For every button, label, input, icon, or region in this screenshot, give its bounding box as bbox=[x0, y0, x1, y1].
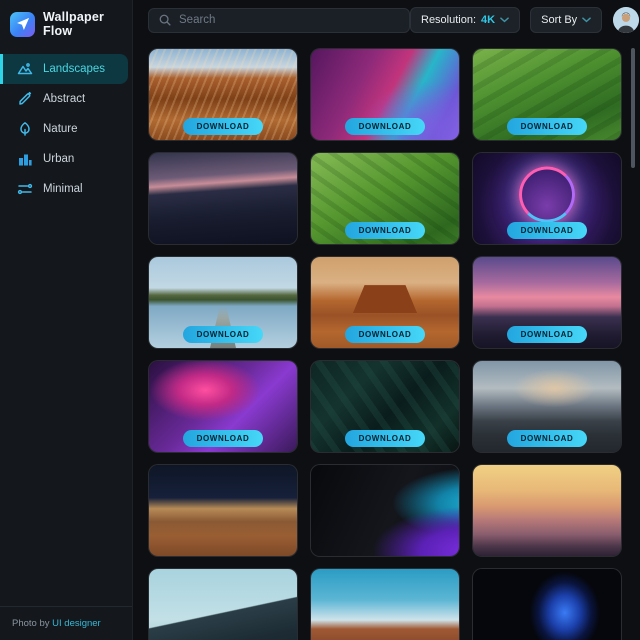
wallpaper-grid: DOWNLOAD DOWNLOAD DOWNLOAD DOWNLOAD DOWN… bbox=[148, 48, 622, 640]
wallpaper-blue-ribbon bbox=[473, 569, 621, 640]
urban-icon bbox=[17, 151, 33, 167]
sortby-label: Sort By bbox=[541, 14, 578, 26]
resolution-value: 4K bbox=[481, 14, 496, 26]
wallpaper-card[interactable] bbox=[148, 464, 298, 557]
sidebar-nav: Landscapes Abstract Nature Urban Minimal bbox=[0, 54, 132, 204]
wallpaper-blue-mountain bbox=[149, 569, 297, 640]
sidebar-item-minimal[interactable]: Minimal bbox=[0, 174, 128, 204]
app-logo-icon bbox=[10, 11, 35, 37]
scrollbar[interactable] bbox=[631, 48, 635, 168]
app-title: Wallpaper Flow bbox=[43, 10, 105, 38]
wallpaper-night-desert bbox=[149, 465, 297, 556]
search-box[interactable] bbox=[148, 7, 410, 33]
wallpaper-card[interactable] bbox=[472, 464, 622, 557]
topbar: Resolution: 4K Sort By bbox=[133, 0, 640, 40]
sidebar-item-label: Nature bbox=[43, 123, 78, 135]
chevron-down-icon bbox=[500, 17, 509, 23]
search-input[interactable] bbox=[179, 14, 400, 26]
download-button[interactable]: DOWNLOAD bbox=[183, 118, 263, 135]
search-icon bbox=[159, 14, 171, 26]
wallpaper-dark-wave bbox=[311, 465, 459, 556]
sidebar-item-label: Urban bbox=[43, 153, 75, 165]
nature-icon bbox=[17, 121, 33, 137]
app-logo-row: Wallpaper Flow bbox=[0, 0, 132, 46]
download-button[interactable]: DOWNLOAD bbox=[507, 326, 587, 343]
wallpaper-card[interactable]: DOWNLOAD bbox=[148, 256, 298, 349]
sortby-dropdown[interactable]: Sort By bbox=[530, 7, 603, 33]
resolution-dropdown[interactable]: Resolution: 4K bbox=[410, 7, 521, 33]
wallpaper-red-rocks bbox=[311, 569, 459, 640]
download-button[interactable]: DOWNLOAD bbox=[507, 118, 587, 135]
sidebar-item-nature[interactable]: Nature bbox=[0, 114, 128, 144]
abstract-icon bbox=[17, 91, 33, 107]
wallpaper-card[interactable] bbox=[310, 568, 460, 640]
download-button[interactable]: DOWNLOAD bbox=[183, 326, 263, 343]
sidebar-item-urban[interactable]: Urban bbox=[0, 144, 128, 174]
wallpaper-card[interactable]: DOWNLOAD bbox=[310, 48, 460, 141]
wallpaper-card[interactable]: DOWNLOAD bbox=[472, 152, 622, 245]
footer-credit-link[interactable]: UI designer bbox=[52, 618, 101, 629]
wallpaper-sunset-ridges bbox=[473, 465, 621, 556]
resolution-label: Resolution: bbox=[421, 14, 477, 26]
sidebar-item-label: Minimal bbox=[43, 183, 83, 195]
wallpaper-card[interactable]: DOWNLOAD bbox=[310, 256, 460, 349]
user-photo bbox=[613, 7, 640, 33]
landscape-icon bbox=[17, 61, 33, 77]
wallpaper-card[interactable] bbox=[310, 464, 460, 557]
sidebar-footer: Photo by UI designer bbox=[0, 606, 132, 640]
wallpaper-card[interactable]: DOWNLOAD bbox=[148, 48, 298, 141]
wallpaper-card[interactable] bbox=[472, 568, 622, 640]
main-area: Resolution: 4K Sort By bbox=[133, 0, 640, 640]
wallpaper-card[interactable]: DOWNLOAD bbox=[310, 152, 460, 245]
wallpaper-card[interactable] bbox=[148, 568, 298, 640]
chevron-down-icon bbox=[582, 17, 592, 23]
wallpaper-dark-dunes bbox=[149, 153, 297, 244]
paper-plane-icon bbox=[16, 17, 29, 30]
download-button[interactable]: DOWNLOAD bbox=[345, 222, 425, 239]
download-button[interactable]: DOWNLOAD bbox=[345, 326, 425, 343]
download-button[interactable]: DOWNLOAD bbox=[345, 118, 425, 135]
wallpaper-card[interactable]: DOWNLOAD bbox=[472, 360, 622, 453]
app-window: Wallpaper Flow Landscapes Abstract Natur… bbox=[0, 0, 640, 640]
sidebar-item-abstract[interactable]: Abstract bbox=[0, 84, 128, 114]
download-button[interactable]: DOWNLOAD bbox=[507, 430, 587, 447]
wallpaper-card[interactable]: DOWNLOAD bbox=[148, 360, 298, 453]
wallpaper-card[interactable]: DOWNLOAD bbox=[310, 360, 460, 453]
download-button[interactable]: DOWNLOAD bbox=[507, 222, 587, 239]
wallpaper-card[interactable]: DOWNLOAD bbox=[472, 48, 622, 141]
wallpaper-card[interactable] bbox=[148, 152, 298, 245]
minimal-icon bbox=[17, 181, 33, 197]
sidebar-item-landscapes[interactable]: Landscapes bbox=[0, 54, 128, 84]
wallpaper-card[interactable]: DOWNLOAD bbox=[472, 256, 622, 349]
download-button[interactable]: DOWNLOAD bbox=[345, 430, 425, 447]
user-avatar[interactable] bbox=[613, 7, 640, 33]
download-button[interactable]: DOWNLOAD bbox=[183, 430, 263, 447]
sidebar-item-label: Landscapes bbox=[43, 63, 106, 75]
sidebar-item-label: Abstract bbox=[43, 93, 86, 105]
sidebar: Wallpaper Flow Landscapes Abstract Natur… bbox=[0, 0, 133, 640]
footer-credit-text: Photo by bbox=[12, 618, 53, 629]
